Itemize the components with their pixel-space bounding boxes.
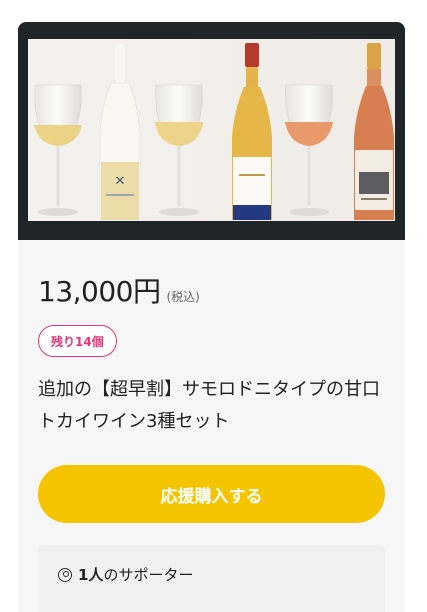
reward-card: ✕ 13,000円 (税込) 残り14個 追加の【超早割】サモロドニタイプの甘口… (18, 22, 405, 612)
supporters-count: 1人 (78, 566, 104, 584)
supporters-box: 1人 のサポーター (38, 545, 385, 612)
price: 13,000円 (38, 275, 161, 308)
user-icon (58, 567, 72, 582)
support-purchase-button[interactable]: 応援購入する (38, 465, 385, 523)
wine-photo: ✕ (28, 39, 395, 221)
supporters-row: 1人 のサポーター (58, 564, 193, 585)
stock-badge: 残り14個 (38, 325, 117, 357)
reward-title: 追加の【超早割】サモロドニタイプの甘口トカイワイン3種セット (38, 379, 380, 432)
supporters-label: のサポーター (103, 566, 194, 584)
tax-label: (税込) (166, 290, 200, 304)
product-image: ✕ (18, 22, 405, 240)
svg-text:✕: ✕ (115, 174, 126, 189)
price-row: 13,000円 (税込) (38, 270, 200, 310)
